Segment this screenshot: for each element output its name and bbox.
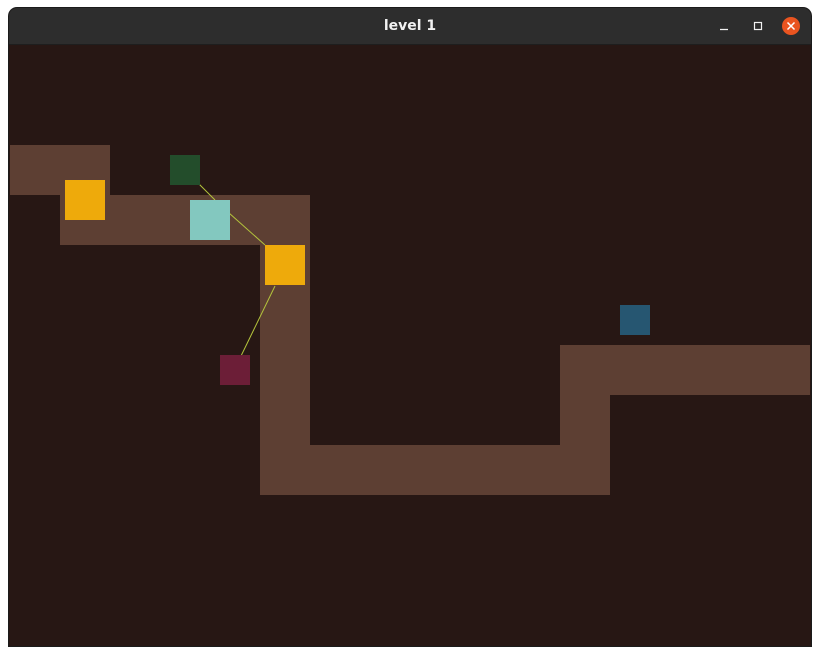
blue-block[interactable] (620, 305, 650, 335)
gold-block[interactable] (265, 245, 305, 285)
path-segment (560, 345, 810, 395)
close-button[interactable] (782, 17, 800, 35)
game-window: level 1 (9, 8, 811, 646)
teal-block[interactable] (190, 200, 230, 240)
minimize-button[interactable] (715, 17, 733, 35)
gold-block[interactable] (65, 180, 105, 220)
window-title: level 1 (383, 18, 437, 34)
title-bar[interactable]: level 1 (9, 8, 811, 45)
minimize-icon (720, 28, 728, 31)
path-tiles (10, 145, 810, 495)
game-board (10, 145, 810, 495)
close-icon (786, 21, 796, 31)
maroon-block[interactable] (220, 355, 250, 385)
maximize-button[interactable] (749, 17, 767, 35)
green-block[interactable] (170, 155, 200, 185)
game-canvas[interactable] (9, 45, 811, 646)
maximize-icon (753, 21, 763, 31)
path-segment (260, 445, 610, 495)
